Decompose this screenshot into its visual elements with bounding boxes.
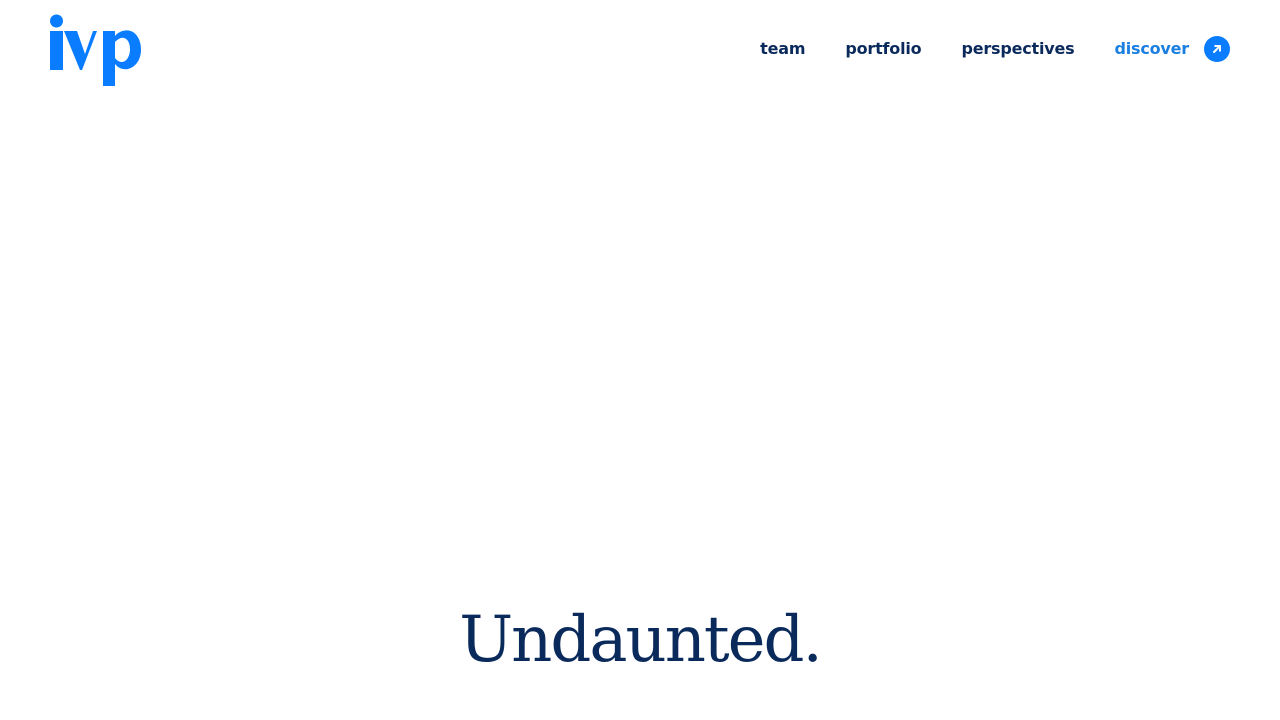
nav-item-team[interactable]: team — [760, 36, 805, 62]
discover-label: discover — [1114, 39, 1189, 58]
main-nav: team portfolio perspectives discover — [760, 36, 1230, 62]
nav-item-perspectives[interactable]: perspectives — [961, 36, 1074, 62]
logo-mark — [50, 14, 141, 86]
arrow-up-right-icon — [1204, 36, 1230, 62]
hero-headline: Undaunted. — [459, 603, 823, 677]
nav-item-discover[interactable]: discover — [1114, 36, 1230, 62]
nav-item-portfolio[interactable]: portfolio — [845, 36, 921, 62]
ivp-logo[interactable] — [50, 14, 142, 86]
